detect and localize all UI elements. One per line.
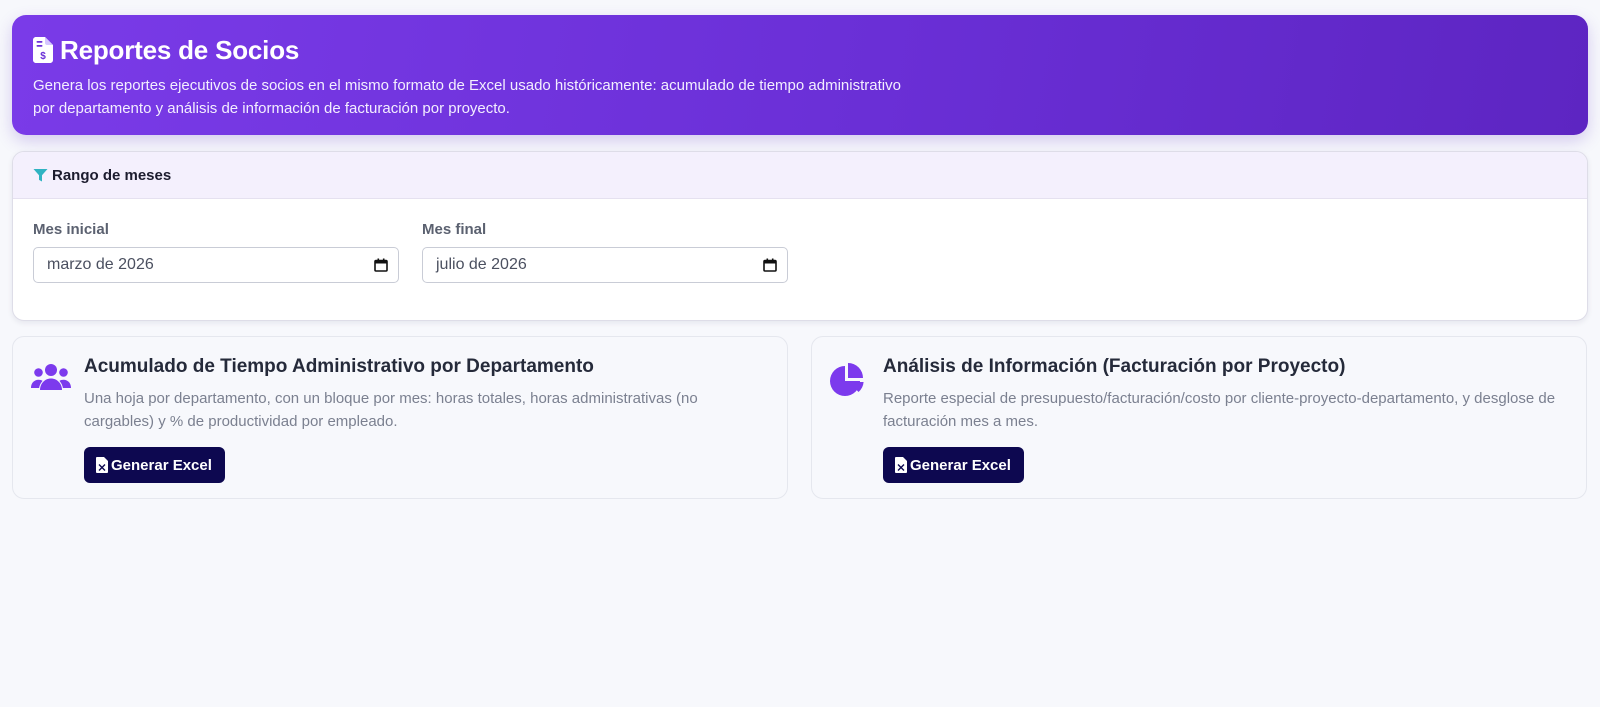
chart-pie-icon (830, 363, 866, 402)
calendar-icon[interactable] (374, 258, 388, 272)
svg-text:$: $ (40, 51, 46, 62)
report-cards: Acumulado de Tiempo Administrativo por D… (12, 336, 1588, 499)
report-icon-wrap (830, 354, 883, 498)
file-invoice-dollar-icon: $ (33, 37, 53, 63)
calendar-icon[interactable] (763, 258, 777, 272)
end-month-input[interactable]: julio de 2026 (422, 247, 788, 283)
report-content: Acumulado de Tiempo Administrativo por D… (84, 354, 769, 498)
generate-excel-label: Generar Excel (910, 456, 1011, 474)
month-range-card: Rango de meses Mes inicial marzo de 2026 (12, 151, 1588, 321)
report-title: Análisis de Información (Facturación por… (883, 356, 1346, 377)
month-range-header: Rango de meses (13, 152, 1587, 199)
end-month-value: julio de 2026 (436, 256, 527, 273)
report-card-admin-time: Acumulado de Tiempo Administrativo por D… (12, 336, 788, 499)
page-title: Reportes de Socios (60, 34, 300, 65)
file-excel-icon (96, 457, 108, 473)
start-month-input[interactable]: marzo de 2026 (33, 247, 399, 283)
generate-excel-label: Generar Excel (111, 456, 212, 474)
report-content: Análisis de Información (Facturación por… (883, 354, 1568, 498)
report-title: Acumulado de Tiempo Administrativo por D… (84, 356, 594, 377)
month-range-title: Rango de meses (52, 166, 172, 184)
report-description: Reporte especial de presupuesto/facturac… (883, 390, 1556, 430)
generate-excel-button[interactable]: Generar Excel (84, 447, 225, 483)
report-icon-wrap (31, 354, 84, 498)
start-month-value: marzo de 2026 (47, 256, 154, 273)
page-title-row: $ Reportes de Socios (33, 33, 1567, 67)
start-month-label: Mes inicial (33, 221, 109, 238)
start-month-field: Mes inicial marzo de 2026 (33, 221, 399, 283)
file-excel-icon (895, 457, 907, 473)
month-range-fields: Mes inicial marzo de 2026 Mes final juli… (13, 199, 1587, 283)
generate-excel-button[interactable]: Generar Excel (883, 447, 1024, 483)
report-description: Una hoja por departamento, con un bloque… (84, 390, 698, 430)
filter-icon (33, 168, 48, 183)
end-month-label: Mes final (422, 221, 487, 238)
page: $ Reportes de Socios Genera los reportes… (0, 0, 1600, 707)
report-card-billing-analysis: Análisis de Información (Facturación por… (811, 336, 1587, 499)
page-header: $ Reportes de Socios Genera los reportes… (12, 15, 1588, 135)
page-description: Genera los reportes ejecutivos de socios… (33, 77, 901, 117)
end-month-field: Mes final julio de 2026 (422, 221, 788, 283)
users-icon (31, 363, 71, 396)
